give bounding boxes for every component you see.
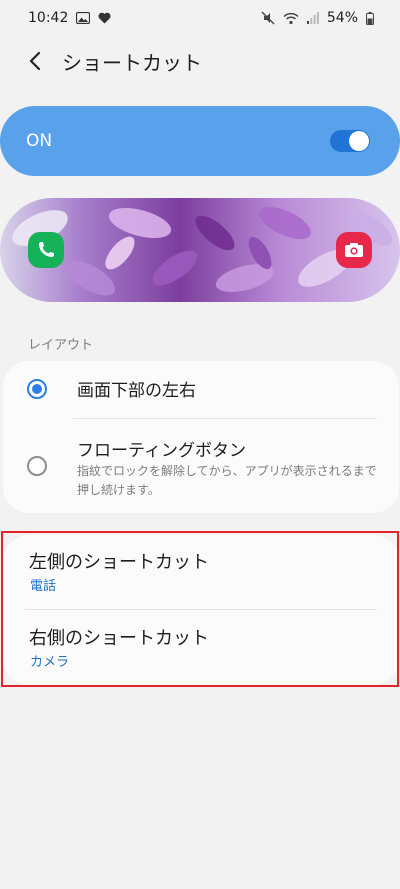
back-button[interactable] [14, 40, 56, 82]
radio-selected[interactable] [27, 379, 47, 399]
gallery-notification-icon [76, 12, 91, 24]
status-bar-left: 10:42 [28, 10, 111, 26]
chevron-left-icon [29, 51, 41, 71]
status-bar: 10:42 54% [0, 0, 400, 36]
layout-option-label: フローティングボタン [77, 441, 246, 461]
camera-shortcut-icon [336, 232, 372, 268]
layout-options-card: 画面下部の左右 フローティングボタン 指紋でロックを解除してから、アプリが表示さ… [3, 361, 399, 513]
phone-icon [39, 242, 54, 257]
heart-notification-icon [98, 12, 111, 24]
signal-icon [306, 12, 319, 24]
phone-shortcut-icon [28, 232, 64, 268]
radio-unselected[interactable] [27, 456, 47, 476]
master-switch-label: ON [26, 131, 53, 151]
layout-section-header: レイアウト [28, 338, 94, 353]
layout-option-description: 指紋でロックを解除してから、アプリが表示されるまで押し続けます。 [77, 464, 377, 497]
app-bar: ショートカット [0, 38, 400, 84]
shortcut-preview [0, 198, 400, 302]
mute-icon [261, 11, 275, 25]
master-switch-bar[interactable]: ON [0, 106, 400, 176]
battery-icon [366, 11, 374, 25]
status-time: 10:42 [28, 10, 69, 26]
layout-option-bottom-sides[interactable]: 画面下部の左右 [3, 361, 399, 419]
battery-percent: 54% [326, 10, 358, 26]
master-toggle[interactable] [330, 130, 370, 152]
layout-option-label: 画面下部の左右 [77, 381, 196, 401]
camera-icon [345, 243, 363, 257]
layout-option-floating-button[interactable]: フローティングボタン 指紋でロックを解除してから、アプリが表示されるまで押し続け… [3, 419, 399, 513]
wifi-icon [283, 12, 299, 25]
page-title: ショートカット [62, 50, 202, 75]
toggle-knob [349, 131, 369, 151]
highlight-box [1, 531, 399, 687]
status-bar-right: 54% [261, 10, 374, 26]
